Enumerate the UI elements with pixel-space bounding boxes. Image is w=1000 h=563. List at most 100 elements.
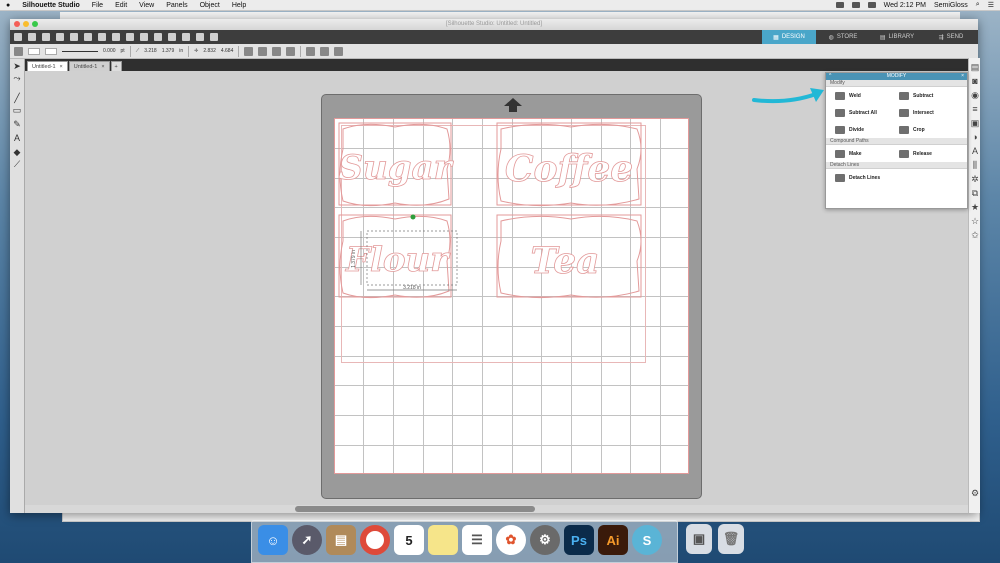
clock[interactable]: Wed 2:12 PM: [884, 2, 926, 9]
replicate-icon[interactable]: [334, 46, 344, 56]
close-tab-icon[interactable]: ×: [101, 62, 104, 71]
line-color-swatch[interactable]: [45, 47, 57, 55]
height-value[interactable]: 1.379: [162, 48, 175, 54]
crop-button[interactable]: Crop: [899, 125, 963, 134]
undo-icon[interactable]: [112, 33, 120, 41]
fill-icon[interactable]: [14, 46, 23, 56]
select-tool-icon[interactable]: ➤: [12, 61, 22, 71]
position-y-value[interactable]: 4.684: [221, 48, 234, 54]
modify-icon[interactable]: ⧉: [970, 188, 980, 198]
app-menu[interactable]: Silhouette Studio: [22, 2, 80, 9]
replicate-panel-icon[interactable]: ★: [970, 202, 980, 212]
trash-icon[interactable]: 🗑: [718, 524, 744, 554]
label-sugar[interactable]: Sugar: [338, 148, 454, 189]
close-tab-icon[interactable]: ×: [60, 62, 63, 71]
menu-object[interactable]: Object: [200, 2, 220, 9]
trace-icon[interactable]: ✲: [970, 174, 980, 184]
line-style-selector[interactable]: [62, 50, 98, 52]
weld-button[interactable]: Weld: [835, 91, 899, 100]
ungroup-icon[interactable]: [258, 46, 268, 56]
system-preferences-icon[interactable]: ⚙: [530, 525, 560, 555]
intersect-button[interactable]: Intersect: [899, 108, 963, 117]
battery-icon[interactable]: [867, 2, 876, 8]
illustrator-icon[interactable]: Ai: [598, 525, 628, 555]
star-shape-icon[interactable]: [320, 46, 330, 56]
group-icon[interactable]: [244, 46, 254, 56]
menu-list-icon[interactable]: ☰: [988, 1, 994, 9]
rotate-handle[interactable]: [410, 214, 416, 220]
text-panel-icon[interactable]: A: [970, 146, 980, 156]
contacts-icon[interactable]: ▤: [326, 525, 356, 555]
user-menu[interactable]: SemiGloss: [934, 2, 968, 9]
doc-tab-2[interactable]: Untitled-1 ×: [68, 61, 110, 71]
detach-lines-button[interactable]: Detach Lines: [835, 173, 925, 182]
tab-store[interactable]: ◍ STORE: [816, 30, 870, 44]
page-setup-icon[interactable]: ▤: [970, 62, 980, 72]
draw-tool-icon[interactable]: ✎: [12, 119, 22, 129]
menu-view[interactable]: View: [139, 2, 154, 9]
store-panel-icon[interactable]: ✩: [970, 230, 980, 240]
tab-send[interactable]: ⇶ SEND: [924, 30, 978, 44]
gradient-icon[interactable]: ◉: [970, 90, 980, 100]
tab-library[interactable]: ▤ LIBRARY: [870, 30, 924, 44]
close-panel-icon[interactable]: ×: [961, 73, 964, 80]
zoom-fit-icon[interactable]: [196, 33, 204, 41]
rectangle-tool-icon[interactable]: ▭: [12, 105, 22, 115]
make-compound-button[interactable]: Make: [835, 149, 899, 158]
line-tool-icon[interactable]: ╱: [12, 93, 22, 103]
apple-icon[interactable]: ●: [6, 2, 10, 9]
label-flour[interactable]: Flour: [344, 240, 450, 281]
transform-icon[interactable]: ☆: [970, 216, 980, 226]
line-panel-icon[interactable]: ≡: [970, 104, 980, 114]
doc-tab-1[interactable]: Untitled-1 ×: [27, 61, 68, 71]
add-tab-button[interactable]: +: [110, 61, 122, 71]
cut-icon[interactable]: [70, 33, 78, 41]
paste-icon[interactable]: [98, 33, 106, 41]
fill-color-swatch[interactable]: [28, 47, 40, 55]
silhouette-studio-icon[interactable]: S: [632, 525, 662, 555]
minimize-window-icon[interactable]: [23, 21, 29, 27]
pattern-icon[interactable]: ▣: [970, 118, 980, 128]
fill-panel-icon[interactable]: ◙: [970, 76, 980, 86]
position-x-value[interactable]: 2.832: [203, 48, 216, 54]
photos-icon[interactable]: ✿: [496, 525, 526, 555]
release-compound-button[interactable]: Release: [899, 149, 963, 158]
pan-icon[interactable]: [210, 33, 218, 41]
launchpad-icon[interactable]: ➚: [292, 525, 322, 555]
menu-panels[interactable]: Panels: [166, 2, 187, 9]
modify-panel-header[interactable]: ^ MODIFY ×: [826, 73, 967, 80]
notes-icon[interactable]: [428, 525, 458, 555]
search-icon[interactable]: ⌕: [976, 1, 980, 9]
open-file-icon[interactable]: [28, 33, 36, 41]
menu-help[interactable]: Help: [232, 2, 246, 9]
wifi-icon[interactable]: [835, 2, 844, 8]
subtract-all-button[interactable]: Subtract All: [835, 108, 899, 117]
close-window-icon[interactable]: [14, 21, 20, 27]
menu-file[interactable]: File: [92, 2, 103, 9]
volume-icon[interactable]: [851, 2, 860, 8]
divide-button[interactable]: Divide: [835, 125, 899, 134]
weld-icon[interactable]: [306, 46, 316, 56]
offset-icon[interactable]: ◑: [970, 132, 980, 142]
select-all-icon[interactable]: [140, 33, 148, 41]
zoom-out-icon[interactable]: [182, 33, 190, 41]
eraser-tool-icon[interactable]: ◆: [12, 147, 22, 157]
zoom-in-icon[interactable]: [168, 33, 176, 41]
copy-icon[interactable]: [84, 33, 92, 41]
new-file-icon[interactable]: [14, 33, 22, 41]
stroke-width-value[interactable]: 0.000: [103, 48, 116, 54]
knife-tool-icon[interactable]: ⟋: [12, 159, 22, 169]
label-tea[interactable]: Tea: [530, 240, 600, 283]
redo-icon[interactable]: [126, 33, 134, 41]
finder-icon[interactable]: ☺: [258, 525, 288, 555]
make-compound-icon[interactable]: [272, 46, 282, 56]
text-tool-icon[interactable]: A: [12, 133, 22, 143]
width-value[interactable]: 3.218: [144, 48, 157, 54]
point-edit-icon[interactable]: ⤳: [12, 73, 22, 83]
horizontal-scrollbar[interactable]: [25, 505, 968, 513]
align-icon[interactable]: ⫼: [970, 160, 980, 170]
subtract-button[interactable]: Subtract: [899, 91, 963, 100]
deselect-icon[interactable]: [154, 33, 162, 41]
zoom-window-icon[interactable]: [32, 21, 38, 27]
tab-design[interactable]: ▦ DESIGN: [762, 30, 816, 44]
